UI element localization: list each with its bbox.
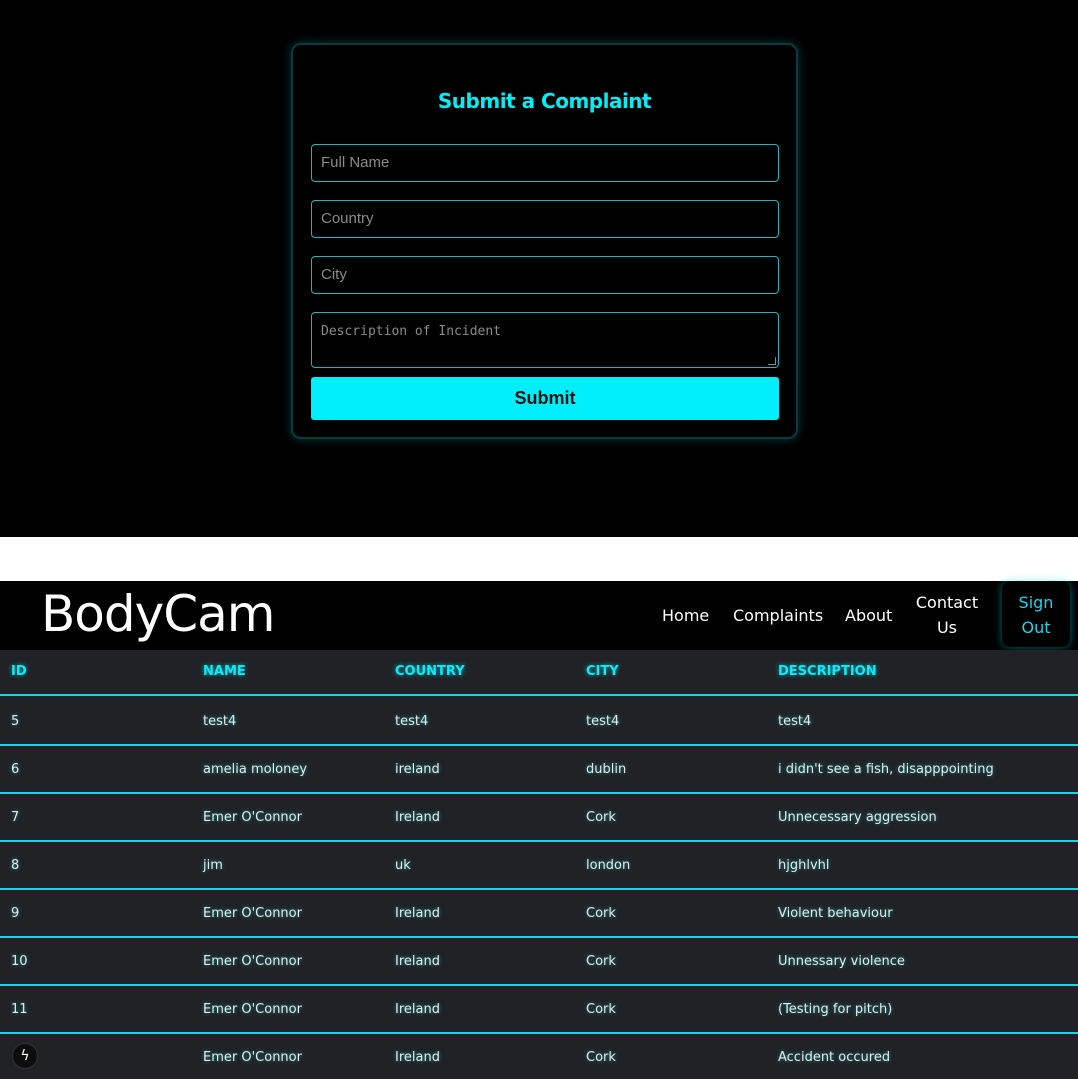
cell-name: jim xyxy=(203,858,223,873)
lightning-bolt-icon[interactable]: ϟ xyxy=(12,1043,38,1069)
nav-contact-line2: Us xyxy=(936,618,958,637)
cell-city: test4 xyxy=(586,714,620,729)
cell-country: Ireland xyxy=(395,906,440,921)
table-row: Emer O'Connor Ireland Cork Accident occu… xyxy=(0,1034,1078,1079)
nav-contact-line1: Contact xyxy=(915,593,979,612)
navbar: BodyCam Home Complaints About Contact Us… xyxy=(0,581,1078,650)
cell-name: test4 xyxy=(203,714,237,729)
cell-description: Unnessary violence xyxy=(778,954,905,969)
cell-country: test4 xyxy=(395,714,429,729)
table-header-row: ID NAME COUNTRY CITY DESCRIPTION xyxy=(0,650,1078,696)
nav-home[interactable]: Home xyxy=(662,603,709,628)
table-row: 11 Emer O'Connor Ireland Cork (Testing f… xyxy=(0,986,1078,1034)
cell-city: dublin xyxy=(586,762,627,777)
cell-city: Cork xyxy=(586,1050,616,1065)
cell-country: Ireland xyxy=(395,954,440,969)
cell-description: Accident occured xyxy=(778,1050,891,1065)
cell-description: i didn't see a fish, disapppointing xyxy=(778,762,994,777)
table-row: 5 test4 test4 test4 test4 xyxy=(0,698,1078,746)
cell-id: 10 xyxy=(11,954,28,969)
cell-id: 6 xyxy=(11,762,20,777)
cell-name: amelia moloney xyxy=(203,762,308,777)
sign-out-button[interactable]: Sign Out xyxy=(1002,581,1070,647)
cell-city: Cork xyxy=(586,810,616,825)
country-input[interactable]: Country xyxy=(311,200,779,238)
city-input[interactable]: City xyxy=(311,256,779,294)
cell-city: Cork xyxy=(586,1002,616,1017)
cell-country: ireland xyxy=(395,762,440,777)
cell-id: 11 xyxy=(11,1002,28,1017)
cell-name: Emer O'Connor xyxy=(203,906,302,921)
cell-id: 8 xyxy=(11,858,20,873)
cell-country: Ireland xyxy=(395,1002,440,1017)
cell-city: london xyxy=(586,858,631,873)
cell-name: Emer O'Connor xyxy=(203,1002,302,1017)
header-city: CITY xyxy=(586,664,619,679)
complaints-table: ID NAME COUNTRY CITY DESCRIPTION 5 test4… xyxy=(0,650,1078,1079)
cell-name: Emer O'Connor xyxy=(203,954,302,969)
cell-country: Ireland xyxy=(395,1050,440,1065)
header-name: NAME xyxy=(203,664,246,679)
cell-id: 5 xyxy=(11,714,20,729)
nav-contact-us[interactable]: Contact Us xyxy=(913,590,981,640)
complaint-form-section: Submit a Complaint Full Name Country Cit… xyxy=(0,0,1078,537)
cell-name: Emer O'Connor xyxy=(203,810,302,825)
table-row: 7 Emer O'Connor Ireland Cork Unnecessary… xyxy=(0,794,1078,842)
table-row: 9 Emer O'Connor Ireland Cork Violent beh… xyxy=(0,890,1078,938)
cell-description: test4 xyxy=(778,714,812,729)
cell-description: Unnecessary aggression xyxy=(778,810,937,825)
cell-description: Violent behaviour xyxy=(778,906,893,921)
header-id: ID xyxy=(11,664,27,679)
full-name-input[interactable]: Full Name xyxy=(311,144,779,182)
cell-id: 7 xyxy=(11,810,20,825)
header-country: COUNTRY xyxy=(395,664,465,679)
nav-about[interactable]: About xyxy=(845,603,892,628)
form-title: Submit a Complaint xyxy=(437,89,652,113)
cell-id: 9 xyxy=(11,906,20,921)
cell-country: Ireland xyxy=(395,810,440,825)
cell-name: Emer O'Connor xyxy=(203,1050,302,1065)
resize-grip-icon[interactable] xyxy=(768,357,776,365)
brand-logo[interactable]: BodyCam xyxy=(41,585,275,643)
table-row: 8 jim uk london hjghlvhl xyxy=(0,842,1078,890)
cell-description: (Testing for pitch) xyxy=(778,1002,893,1017)
description-textarea[interactable]: Description of Incident xyxy=(311,312,779,368)
cell-city: Cork xyxy=(586,954,616,969)
table-row: 10 Emer O'Connor Ireland Cork Unnessary … xyxy=(0,938,1078,986)
nav-complaints[interactable]: Complaints xyxy=(733,603,823,628)
complaint-form-card: Submit a Complaint Full Name Country Cit… xyxy=(291,43,798,439)
header-description: DESCRIPTION xyxy=(778,664,877,679)
table-row: 6 amelia moloney ireland dublin i didn't… xyxy=(0,746,1078,794)
cell-country: uk xyxy=(395,858,411,873)
description-placeholder: Description of Incident xyxy=(321,324,502,339)
cell-city: Cork xyxy=(586,906,616,921)
submit-button[interactable]: Submit xyxy=(311,377,779,420)
sign-out-line2: Out xyxy=(1021,618,1051,637)
sign-out-line1: Sign xyxy=(1018,593,1054,612)
cell-description: hjghlvhl xyxy=(778,858,830,873)
